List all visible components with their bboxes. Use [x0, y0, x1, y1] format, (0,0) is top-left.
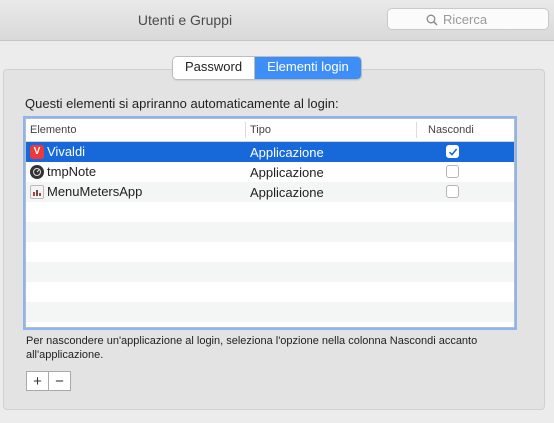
search-placeholder: Ricerca	[443, 12, 488, 27]
tab-password[interactable]: Password	[173, 57, 256, 79]
item-name: MenuMetersApp	[47, 184, 143, 199]
item-type: Applicazione	[250, 145, 324, 160]
vivaldi-icon: V	[30, 144, 44, 159]
login-items-table[interactable]: Elemento Tipo Nascondi V Vivaldi Applica…	[25, 118, 515, 328]
add-item-button[interactable]: +	[27, 372, 49, 390]
column-header-element[interactable]: Elemento	[30, 124, 76, 136]
item-name: tmpNote	[47, 164, 97, 179]
remove-item-button[interactable]: −	[49, 372, 70, 390]
hide-checkbox[interactable]	[446, 185, 459, 198]
search-field[interactable]: Ricerca	[387, 8, 549, 30]
empty-row	[26, 282, 514, 302]
column-header-type[interactable]: Tipo	[250, 124, 271, 136]
search-icon	[426, 14, 438, 26]
table-row[interactable]: V Vivaldi Applicazione	[26, 142, 514, 162]
empty-row	[26, 222, 514, 242]
empty-row	[26, 202, 514, 222]
empty-row	[26, 262, 514, 282]
table-row[interactable]: tmpNote Applicazione	[26, 162, 514, 182]
tmpnote-icon	[30, 164, 44, 179]
column-divider	[416, 122, 417, 138]
column-divider	[245, 122, 246, 138]
column-header-hide[interactable]: Nascondi	[428, 124, 474, 136]
help-text: Per nascondere un'applicazione al login,…	[26, 335, 478, 361]
empty-row	[26, 242, 514, 262]
tab-login-items[interactable]: Elementi login	[255, 57, 361, 79]
hide-checkbox[interactable]	[446, 145, 459, 158]
hide-checkbox[interactable]	[446, 165, 459, 178]
empty-row	[26, 302, 514, 322]
table-header: Elemento Tipo Nascondi	[26, 119, 514, 142]
menumeters-icon	[30, 184, 44, 199]
section-heading: Questi elementi si apriranno automaticam…	[25, 96, 339, 111]
title-bar: Utenti e Gruppi Ricerca	[0, 0, 554, 41]
add-remove-control: + −	[26, 371, 71, 391]
item-type: Applicazione	[250, 165, 324, 180]
table-row[interactable]: MenuMetersApp Applicazione	[26, 182, 514, 202]
window-title: Utenti e Gruppi	[137, 12, 233, 28]
item-type: Applicazione	[250, 185, 324, 200]
item-name: Vivaldi	[47, 144, 86, 159]
tab-bar: Password Elementi login	[172, 56, 362, 80]
